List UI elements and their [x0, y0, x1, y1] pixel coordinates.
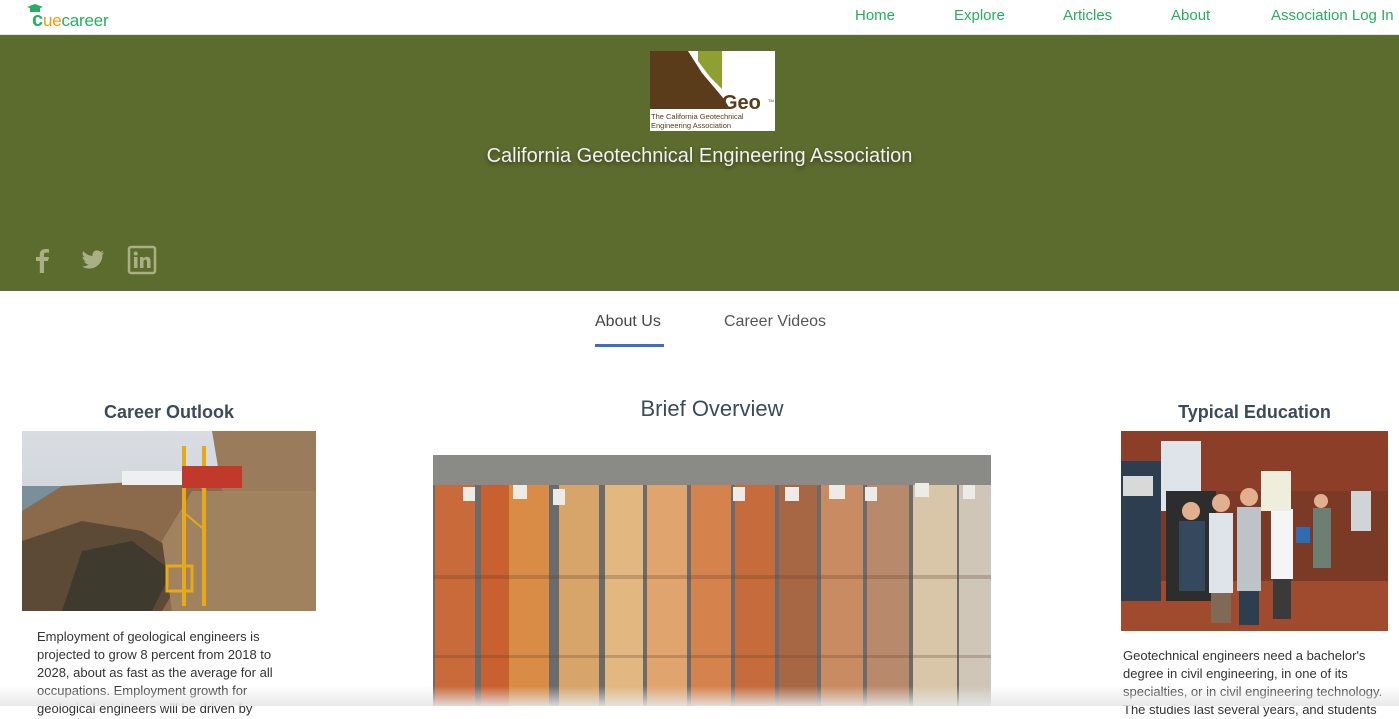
bottom-fade	[0, 686, 1399, 706]
twitter-icon[interactable]	[77, 245, 107, 275]
svg-text:Cal: Cal	[680, 92, 710, 114]
typical-education-title: Typical Education	[1178, 402, 1331, 422]
association-hero: Cal Geo TM The California Geotechnical E…	[0, 35, 1399, 291]
top-navbar: cuecareer Home Explore Articles About As…	[0, 0, 1399, 35]
active-tab-indicator	[595, 344, 664, 347]
facebook-icon[interactable]	[28, 245, 58, 275]
career-outlook-photo	[22, 431, 316, 611]
calgeo-logo-graphic: Cal Geo TM The California Geotechnical E…	[650, 51, 774, 130]
association-title: California Geotechnical Engineering Asso…	[486, 145, 913, 167]
nav-articles[interactable]: Articles	[1063, 7, 1112, 24]
svg-text:Geo: Geo	[722, 92, 761, 114]
nav-explore[interactable]: Explore	[954, 7, 1005, 24]
svg-text:TM: TM	[768, 98, 774, 103]
nav-about[interactable]: About	[1171, 7, 1210, 24]
brief-overview-title: Brief Overview	[640, 396, 784, 421]
svg-text:Engineering Association: Engineering Association	[651, 121, 731, 130]
soil-core-samples-photo	[433, 455, 991, 706]
tab-about-us[interactable]: About Us	[595, 313, 661, 331]
linkedin-icon[interactable]	[127, 245, 157, 275]
nav-home[interactable]: Home	[855, 7, 895, 24]
calgeo-logo: Cal Geo TM The California Geotechnical E…	[650, 51, 775, 131]
svg-text:The California Geotechnical: The California Geotechnical	[651, 112, 744, 121]
tab-career-videos[interactable]: Career Videos	[724, 313, 826, 331]
typical-education-text: Geotechnical engineers need a bachelor's…	[1123, 648, 1382, 717]
nav-association-login[interactable]: Association Log In	[1271, 7, 1394, 24]
career-fair-photo	[1121, 431, 1388, 631]
brand-wordmark: cuecareer	[32, 9, 109, 31]
cuecareer-logo[interactable]: cuecareer	[12, 3, 122, 31]
career-outlook-title: Career Outlook	[103, 402, 235, 422]
